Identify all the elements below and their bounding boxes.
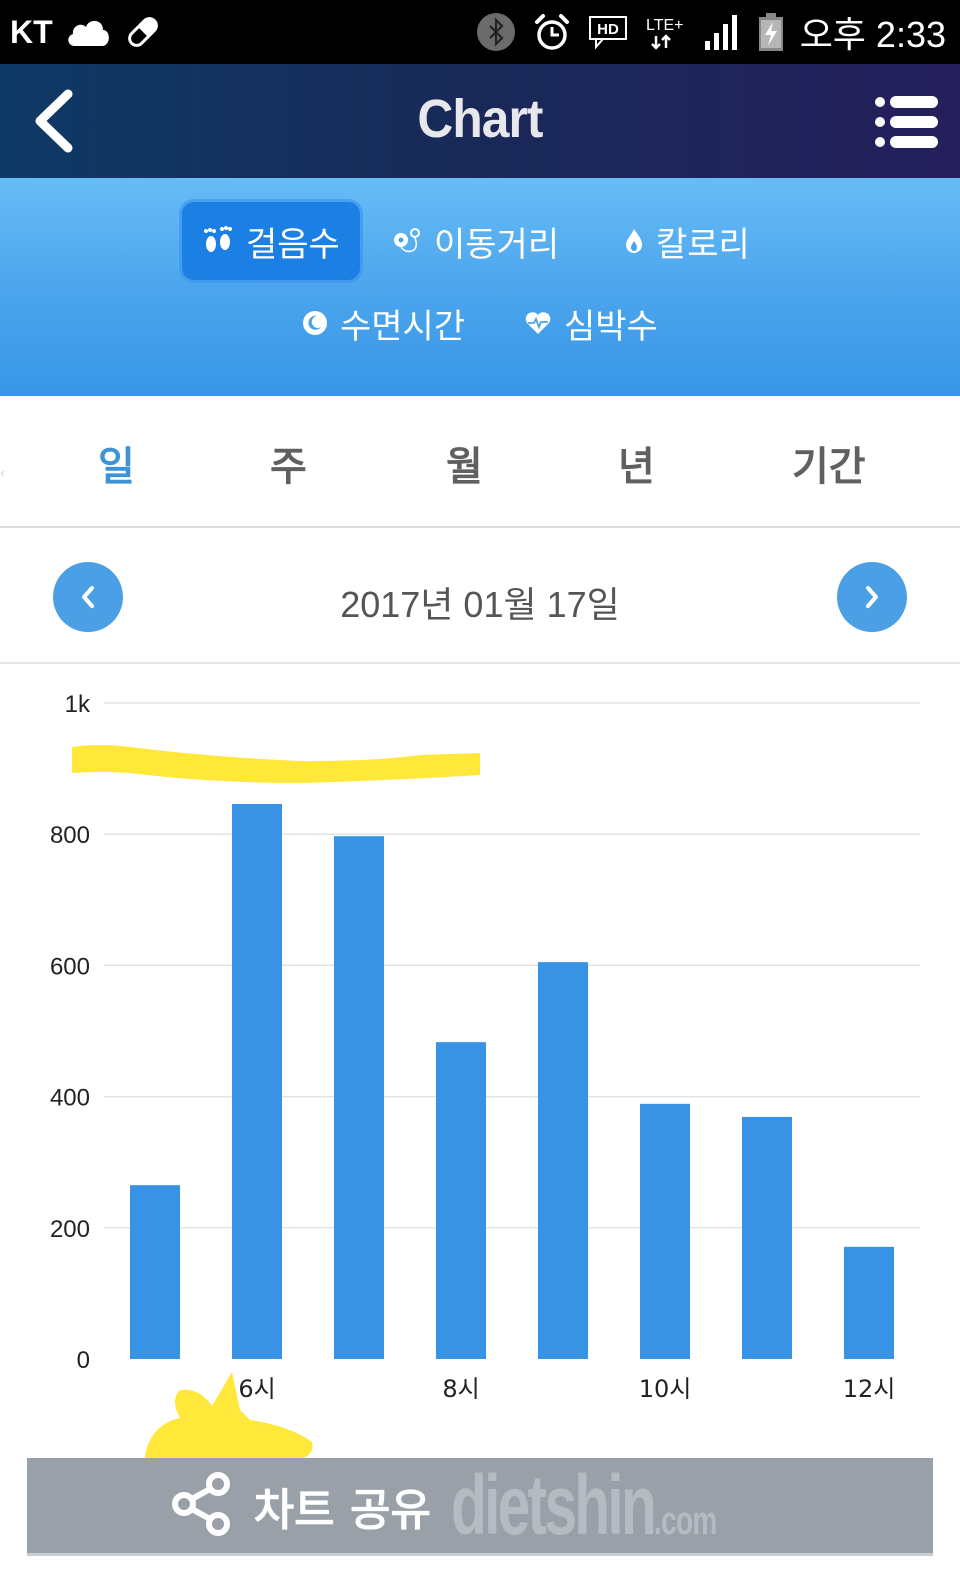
metric-tab-label: 걸음수	[246, 224, 340, 265]
metric-tab-sleep[interactable]: 수면시간	[282, 284, 485, 362]
y-tick-label: 0	[77, 1347, 90, 1374]
chevron-right-icon	[866, 586, 878, 608]
page-title: Chart	[417, 89, 543, 149]
bars	[130, 804, 894, 1359]
battery-charging-icon	[758, 12, 784, 52]
metric-tab-label: 수면시간	[340, 306, 466, 347]
period-tab-week[interactable]: 주	[270, 434, 307, 492]
y-tick-label: 400	[50, 1085, 90, 1112]
y-tick-label: 800	[50, 822, 90, 849]
bar-10시[interactable]	[640, 1103, 690, 1359]
date-navigator: 2017년 01월 17일	[0, 530, 960, 664]
bar-5시[interactable]	[130, 1185, 180, 1359]
list-menu-icon	[875, 96, 938, 148]
signal-icon	[704, 13, 742, 51]
hd-voice-icon: HD	[588, 14, 628, 50]
pill-icon	[123, 12, 163, 52]
gridlines	[104, 702, 920, 1229]
metric-tabs: 걸음수 이동거리 칼로리 수면시간 심박수	[0, 178, 960, 396]
share-icon	[170, 1471, 234, 1540]
period-tabs: ‹ 일 주 월 년 기간	[0, 396, 960, 528]
svg-text:HD: HD	[597, 21, 619, 38]
watermark: dietshin.com	[451, 1457, 717, 1554]
moon-icon	[302, 310, 328, 336]
metric-tab-calories[interactable]: 칼로리	[604, 202, 770, 280]
y-tick-label: 600	[50, 953, 90, 980]
bar-6시[interactable]	[232, 804, 282, 1359]
current-date: 2017년 01월 17일	[340, 584, 620, 625]
heart-pulse-icon	[524, 311, 552, 335]
y-axis-labels: 0 200 400 600 800 1k	[50, 691, 91, 1374]
y-tick-label: 1k	[65, 691, 91, 718]
bar-9시[interactable]	[538, 962, 588, 1359]
y-tick-label: 200	[50, 1216, 90, 1243]
clock: 오후 2:33	[799, 14, 946, 55]
bar-11시[interactable]	[742, 1116, 792, 1359]
menu-button[interactable]	[874, 94, 940, 150]
watermark-suffix: .com	[653, 1499, 717, 1543]
scroll-hint: ‹	[0, 466, 5, 480]
period-tab-year[interactable]: 년	[618, 434, 655, 492]
metric-tab-label: 칼로리	[656, 224, 750, 265]
share-chart-button[interactable]: 차트 공유 dietshin.com	[27, 1458, 933, 1556]
cloud-icon	[65, 16, 111, 48]
alarm-icon	[532, 12, 572, 52]
status-bar: KT HD LTE+ 오후 2:33	[0, 0, 960, 64]
metric-tab-steps[interactable]: 걸음수	[182, 202, 360, 280]
chart-canvas: 0 200 400 600 800 1k 6시 8시 10시 12시	[50, 691, 920, 1403]
x-tick-label: 8시	[442, 1375, 479, 1403]
svg-text:LTE+: LTE+	[646, 17, 684, 34]
bluetooth-icon	[476, 12, 516, 52]
bar-8시[interactable]	[436, 1042, 486, 1359]
x-axis-labels: 6시 8시 10시 12시	[238, 1375, 895, 1403]
route-pin-icon	[392, 226, 422, 256]
flame-icon	[624, 227, 644, 255]
app-bar: Chart	[0, 64, 960, 178]
x-tick-label: 6시	[238, 1375, 275, 1403]
lte-plus-icon: LTE+	[644, 10, 688, 54]
metric-tab-label: 심박수	[564, 306, 658, 347]
metric-tab-label: 이동거리	[434, 224, 560, 265]
steps-bar-chart: 0 200 400 600 800 1k 6시 8시 10시 12시	[0, 664, 960, 1424]
footprints-icon	[202, 226, 234, 256]
x-tick-label: 10시	[639, 1375, 692, 1403]
bar-7시[interactable]	[334, 836, 384, 1359]
period-tab-month[interactable]: 월	[446, 434, 483, 492]
watermark-text: dietshin	[450, 1458, 657, 1552]
metric-tab-heart-rate[interactable]: 심박수	[504, 284, 678, 362]
next-date-button[interactable]	[837, 562, 907, 632]
share-label: 차트 공유	[253, 1484, 431, 1536]
period-tab-day[interactable]: 일	[98, 434, 135, 492]
period-tab-range[interactable]: 기간	[792, 434, 866, 492]
bar-12시[interactable]	[844, 1246, 894, 1359]
carrier-label: KT	[10, 13, 53, 50]
metric-tab-distance[interactable]: 이동거리	[372, 202, 579, 280]
x-tick-label: 12시	[843, 1375, 896, 1403]
